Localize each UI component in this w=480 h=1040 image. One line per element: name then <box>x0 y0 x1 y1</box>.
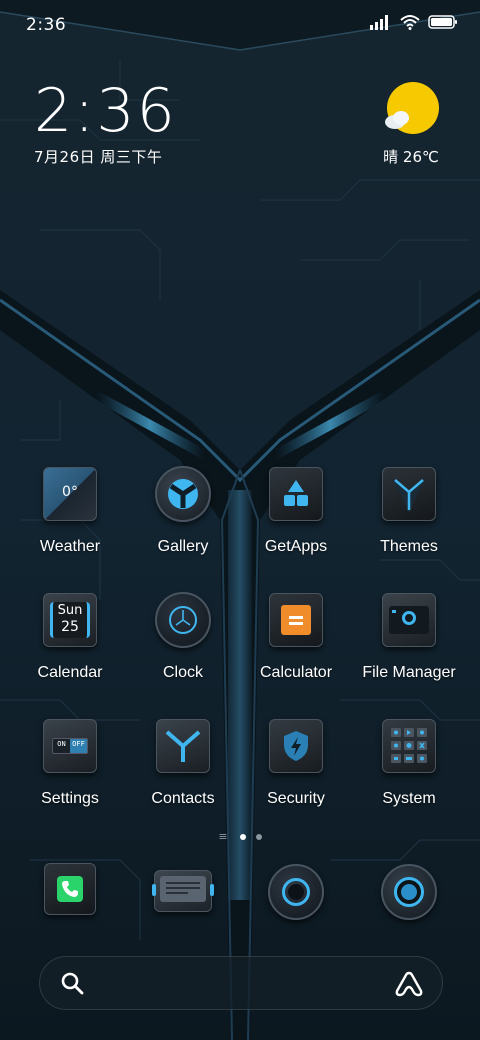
page-indicator[interactable]: ≡ <box>0 830 480 843</box>
app-calculator[interactable]: Calculator <box>240 592 352 682</box>
weather-app-badge: 0° <box>62 484 78 500</box>
gallery-app-icon <box>155 466 211 522</box>
browser-app-icon[interactable] <box>268 864 328 924</box>
calculator-app-icon <box>268 592 324 648</box>
app-label: Themes <box>380 538 438 555</box>
contacts-app-icon <box>155 718 211 774</box>
weather-widget[interactable]: 晴 26℃ <box>376 82 446 167</box>
app-weather[interactable]: 0° Weather <box>14 466 126 556</box>
app-label: Contacts <box>151 790 215 807</box>
calendar-day-number: 25 <box>61 619 79 635</box>
system-app-icon <box>381 718 437 774</box>
page-menu-icon[interactable]: ≡ <box>218 830 227 843</box>
phone-app-icon[interactable] <box>43 862 103 922</box>
app-gallery[interactable]: Gallery <box>127 466 239 556</box>
file-manager-app-icon <box>381 592 437 648</box>
widget-date: 7月26日 周三下午 <box>34 148 163 166</box>
signal-icon <box>370 14 392 30</box>
widget-time: 2:36 <box>34 76 177 146</box>
app-themes[interactable]: Themes <box>353 466 465 556</box>
app-settings[interactable]: ON OFF Settings <box>14 718 126 808</box>
clock-app-icon <box>155 592 211 648</box>
app-clock[interactable]: Clock <box>127 592 239 682</box>
status-bar: 2:36 <box>0 0 480 50</box>
status-time: 2:36 <box>26 15 67 35</box>
calendar-app-icon: Sun 25 <box>42 592 98 648</box>
settings-app-icon: ON OFF <box>42 718 98 774</box>
app-contacts[interactable]: Contacts <box>127 718 239 808</box>
app-system[interactable]: System <box>353 718 465 808</box>
app-label: Gallery <box>157 538 209 555</box>
app-security[interactable]: Security <box>240 718 352 808</box>
camera-app-icon[interactable] <box>381 864 441 924</box>
app-label: System <box>382 790 436 807</box>
app-label: GetApps <box>264 538 328 555</box>
page-dot-active[interactable] <box>239 833 246 840</box>
app-label: Calculator <box>259 664 333 681</box>
status-icons <box>370 14 458 30</box>
settings-toggle-off: OFF <box>70 739 87 753</box>
battery-icon <box>428 14 458 30</box>
app-label: Security <box>267 790 325 807</box>
weather-text: 晴 26℃ <box>383 148 439 166</box>
page-dot[interactable] <box>255 833 262 840</box>
getapps-app-icon <box>268 466 324 522</box>
themes-app-icon <box>381 466 437 522</box>
assistant-icon[interactable] <box>394 970 424 1002</box>
search-icon[interactable] <box>60 971 86 1001</box>
app-label: File Manager <box>362 664 456 681</box>
weather-app-icon: 0° <box>42 466 98 522</box>
app-label: Clock <box>162 664 203 681</box>
app-label: Settings <box>41 790 99 807</box>
app-file-manager[interactable]: File Manager <box>353 592 465 682</box>
clock-widget[interactable]: 2:36 7月26日 周三下午 <box>34 78 177 167</box>
security-app-icon <box>268 718 324 774</box>
app-label: Weather <box>39 538 101 555</box>
messages-app-icon[interactable] <box>152 866 214 926</box>
calendar-day-name: Sun <box>57 603 83 618</box>
app-getapps[interactable]: GetApps <box>240 466 352 556</box>
search-bar[interactable] <box>39 956 443 1010</box>
settings-toggle-on: ON <box>57 740 66 748</box>
app-label: Calendar <box>37 664 103 681</box>
sun-cloud-icon <box>376 82 446 138</box>
wifi-icon <box>400 14 420 30</box>
app-calendar[interactable]: Sun 25 Calendar <box>14 592 126 682</box>
